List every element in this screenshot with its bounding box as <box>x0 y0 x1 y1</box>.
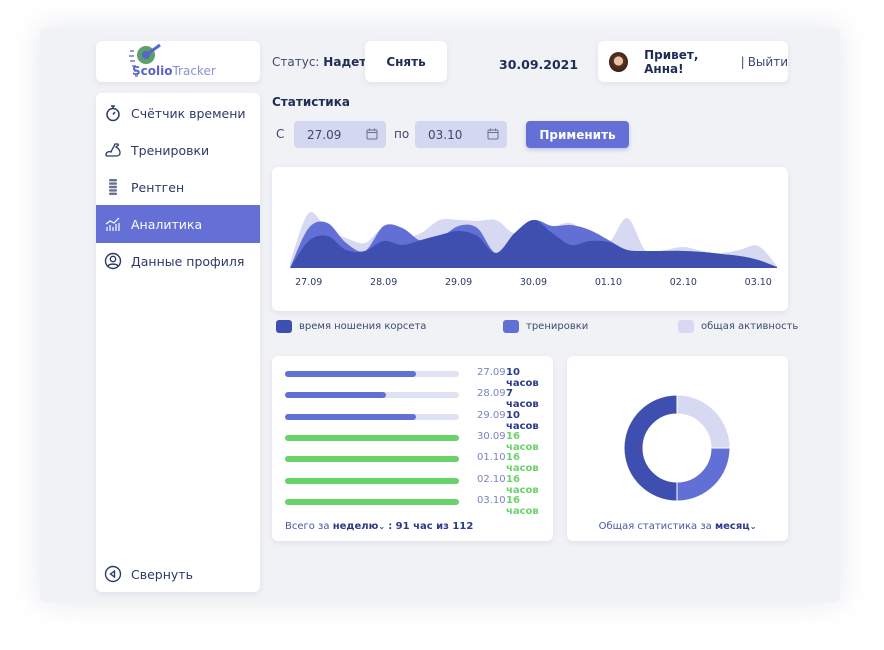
avatar[interactable] <box>609 51 629 72</box>
sidebar-item-label: Данные профиля <box>131 253 245 269</box>
weekly-total: Всего за неделю⌄ : 91 час из 112 <box>285 521 474 532</box>
legend-item-activity: общая активность <box>678 320 798 333</box>
bar-date: 01.10 <box>477 452 506 464</box>
current-date: 30.09.2021 <box>499 57 579 72</box>
separator: | <box>740 54 745 69</box>
bar-value: 10 часов <box>506 367 539 389</box>
donut-segment-2 <box>623 394 678 502</box>
collapse-button[interactable]: Свернуть <box>96 555 260 593</box>
donut-card: Общая статистика за месяц⌄ <box>567 356 788 541</box>
x-tick-label: 02.10 <box>670 277 697 288</box>
stats-title: Статистика <box>272 95 350 109</box>
logo-text: ScolioTracker <box>132 64 216 78</box>
x-tick-label: 28.09 <box>370 277 397 288</box>
sidebar-item-profile[interactable]: Данные профиля <box>96 242 260 280</box>
collapse-arrow-icon <box>104 565 122 583</box>
sidebar-item-label: Счётчик времени <box>131 105 246 121</box>
progress-track <box>285 371 459 377</box>
user-circle-icon <box>104 252 122 270</box>
daily-hours-card: 27.09 10 часов 28.09 7 часов 29.09 10 часов… <box>272 356 553 541</box>
bar-date: 02.10 <box>477 473 506 485</box>
calendar-icon[interactable] <box>487 128 499 140</box>
bar-value: 16 часов <box>506 430 539 453</box>
donut-segment-0 <box>676 394 731 449</box>
daily-bar-row: 29.09 10 часов <box>285 409 545 432</box>
status-value: Надет <box>323 55 367 69</box>
chevron-down-icon[interactable]: ⌄ <box>378 522 385 531</box>
daily-bar-row: 02.10 16 часов <box>285 473 545 496</box>
legend-item-workouts: тренировки <box>503 320 588 333</box>
daily-bar-row: 03.10 16 часов <box>285 494 545 517</box>
to-label: по <box>394 127 410 141</box>
spine-icon <box>109 179 117 195</box>
legend-item-corset: время ношения корсета <box>276 320 426 333</box>
progress-track <box>285 498 459 505</box>
logo[interactable]: ScolioTracker <box>96 41 260 82</box>
progress-track <box>285 477 459 484</box>
bar-date: 28.09 <box>477 388 506 400</box>
user-panel: Привет, Анна! | Выйти <box>598 41 788 82</box>
logout-link[interactable]: Выйти <box>748 55 788 69</box>
analytics-chart-icon <box>105 217 120 231</box>
x-tick-label: 30.09 <box>520 277 547 288</box>
sidebar-item-timer[interactable]: Счётчик времени <box>96 94 260 132</box>
daily-bar-row: 30.09 16 часов <box>285 430 545 453</box>
progress-fill <box>285 413 416 420</box>
x-tick-label: 29.09 <box>445 277 472 288</box>
progress-track <box>285 392 459 399</box>
collapse-label: Свернуть <box>131 566 193 582</box>
progress-track <box>285 456 459 463</box>
x-tick-label: 01.10 <box>595 277 622 288</box>
sidebar-item-xray[interactable]: Рентген <box>96 168 260 206</box>
muscle-arm-icon <box>105 143 121 157</box>
bar-value: 16 часов <box>506 494 539 517</box>
progress-fill <box>285 456 459 463</box>
apply-button[interactable]: Применить <box>526 121 629 148</box>
x-tick-label: 27.09 <box>295 277 322 288</box>
sidebar-item-label: Рентген <box>131 179 185 195</box>
bar-value: 16 часов <box>506 452 539 475</box>
bar-date: 29.09 <box>477 409 506 421</box>
donut-chart <box>623 394 731 502</box>
bar-value: 7 часов <box>506 388 539 411</box>
greeting: Привет, Анна! <box>644 47 699 76</box>
area-chart: 27.09 28.09 29.09 30.09 01.10 02.10 03.10 <box>290 211 777 288</box>
daily-bar-row: 01.10 16 часов <box>285 452 545 474</box>
donut-segment-1 <box>676 447 731 502</box>
daily-bar-row: 28.09 7 часов <box>285 388 545 410</box>
bar-date: 27.09 <box>477 367 506 378</box>
take-off-button[interactable]: Снять <box>365 41 447 82</box>
period-dropdown[interactable]: месяц <box>715 521 750 532</box>
sidebar-item-workouts[interactable]: Тренировки <box>96 131 260 169</box>
progress-track <box>285 434 459 441</box>
chevron-down-icon[interactable]: ⌄ <box>750 522 757 531</box>
daily-bar-row: 27.09 10 часов <box>285 367 545 389</box>
from-date-input[interactable]: 27.09 <box>294 121 386 148</box>
sidebar-item-label: Аналитика <box>131 216 203 232</box>
bar-date: 30.09 <box>477 430 506 442</box>
progress-fill <box>285 371 416 377</box>
progress-fill <box>285 477 459 484</box>
x-tick-label: 03.10 <box>745 277 772 288</box>
to-date-input[interactable]: 03.10 <box>415 121 507 148</box>
progress-fill <box>285 392 386 399</box>
bar-value: 16 часов <box>506 473 539 496</box>
sidebar-item-label: Тренировки <box>131 142 210 158</box>
bar-value: 10 часов <box>506 409 539 432</box>
status: Статус: Надет <box>272 55 367 69</box>
stopwatch-icon <box>106 105 120 122</box>
donut-caption: Общая статистика за месяц⌄ <box>598 521 757 532</box>
progress-track <box>285 413 459 420</box>
area-chart-card: 27.09 28.09 29.09 30.09 01.10 02.10 03.10 <box>272 167 788 311</box>
progress-fill <box>285 434 459 441</box>
calendar-icon[interactable] <box>366 128 378 140</box>
progress-fill <box>285 498 459 505</box>
period-dropdown[interactable]: неделю <box>333 521 379 532</box>
sidebar: Счётчик времени Тренировки Рентген Анали… <box>96 93 260 592</box>
from-label: С <box>276 127 285 141</box>
bar-date: 03.10 <box>477 494 506 506</box>
sidebar-item-analytics[interactable]: Аналитика <box>96 205 260 243</box>
